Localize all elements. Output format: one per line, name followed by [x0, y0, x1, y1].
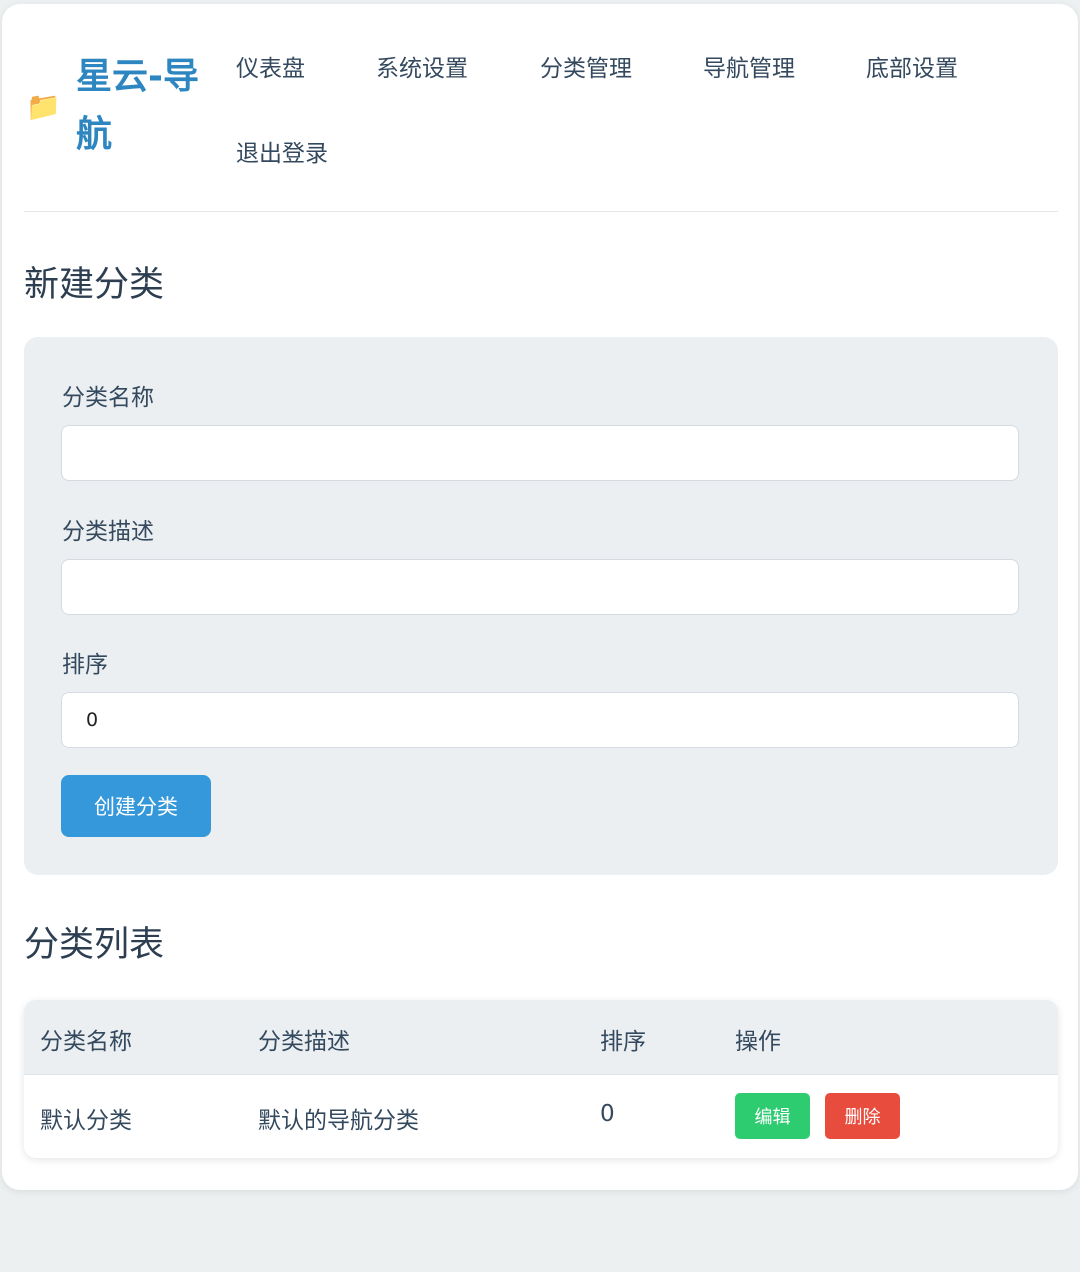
nav-item-category-management[interactable]: 分类管理: [540, 49, 632, 83]
category-name-input[interactable]: [61, 425, 1019, 481]
column-header-actions: 操作: [735, 1029, 781, 1055]
create-category-button[interactable]: 创建分类: [61, 775, 211, 837]
nav-item-dashboard[interactable]: 仪表盘: [236, 49, 305, 83]
sort-label: 排序: [62, 652, 108, 678]
column-header-name: 分类名称: [40, 1029, 132, 1055]
category-name-label: 分类名称: [62, 385, 154, 411]
delete-button[interactable]: 删除: [825, 1093, 900, 1139]
new-category-heading: 新建分类: [24, 265, 165, 305]
category-description-label: 分类描述: [62, 519, 154, 545]
sort-input[interactable]: [61, 692, 1019, 748]
nav-item-navigation-management[interactable]: 导航管理: [703, 49, 795, 83]
new-category-form: 分类名称 分类描述 排序 创建分类: [24, 337, 1058, 875]
column-header-description: 分类描述: [258, 1029, 350, 1055]
category-table: 分类名称 分类描述 排序 操作 默认分类 默认的导航分类 0 编辑 删除: [24, 1000, 1058, 1158]
row-category-description: 默认的导航分类: [258, 1108, 419, 1134]
edit-button[interactable]: 编辑: [735, 1093, 810, 1139]
header: 📁 星云-导航 仪表盘 系统设置 分类管理 导航管理 底部设置 退出登录: [24, 4, 1058, 212]
nav-item-logout[interactable]: 退出登录: [236, 134, 328, 168]
site-title[interactable]: 星云-导航: [76, 48, 216, 164]
column-header-sort: 排序: [600, 1029, 646, 1055]
main-card: 📁 星云-导航 仪表盘 系统设置 分类管理 导航管理 底部设置 退出登录 新建分…: [2, 4, 1078, 1190]
category-description-input[interactable]: [61, 559, 1019, 615]
row-category-name: 默认分类: [40, 1108, 132, 1134]
nav-item-footer-settings[interactable]: 底部设置: [866, 49, 958, 83]
nav-item-system-settings[interactable]: 系统设置: [376, 49, 468, 83]
category-list-heading: 分类列表: [24, 925, 165, 965]
row-sort-value: 0: [600, 1101, 615, 1127]
folder-icon: 📁: [26, 90, 61, 123]
table-header: 分类名称 分类描述 排序 操作: [24, 1000, 1058, 1075]
